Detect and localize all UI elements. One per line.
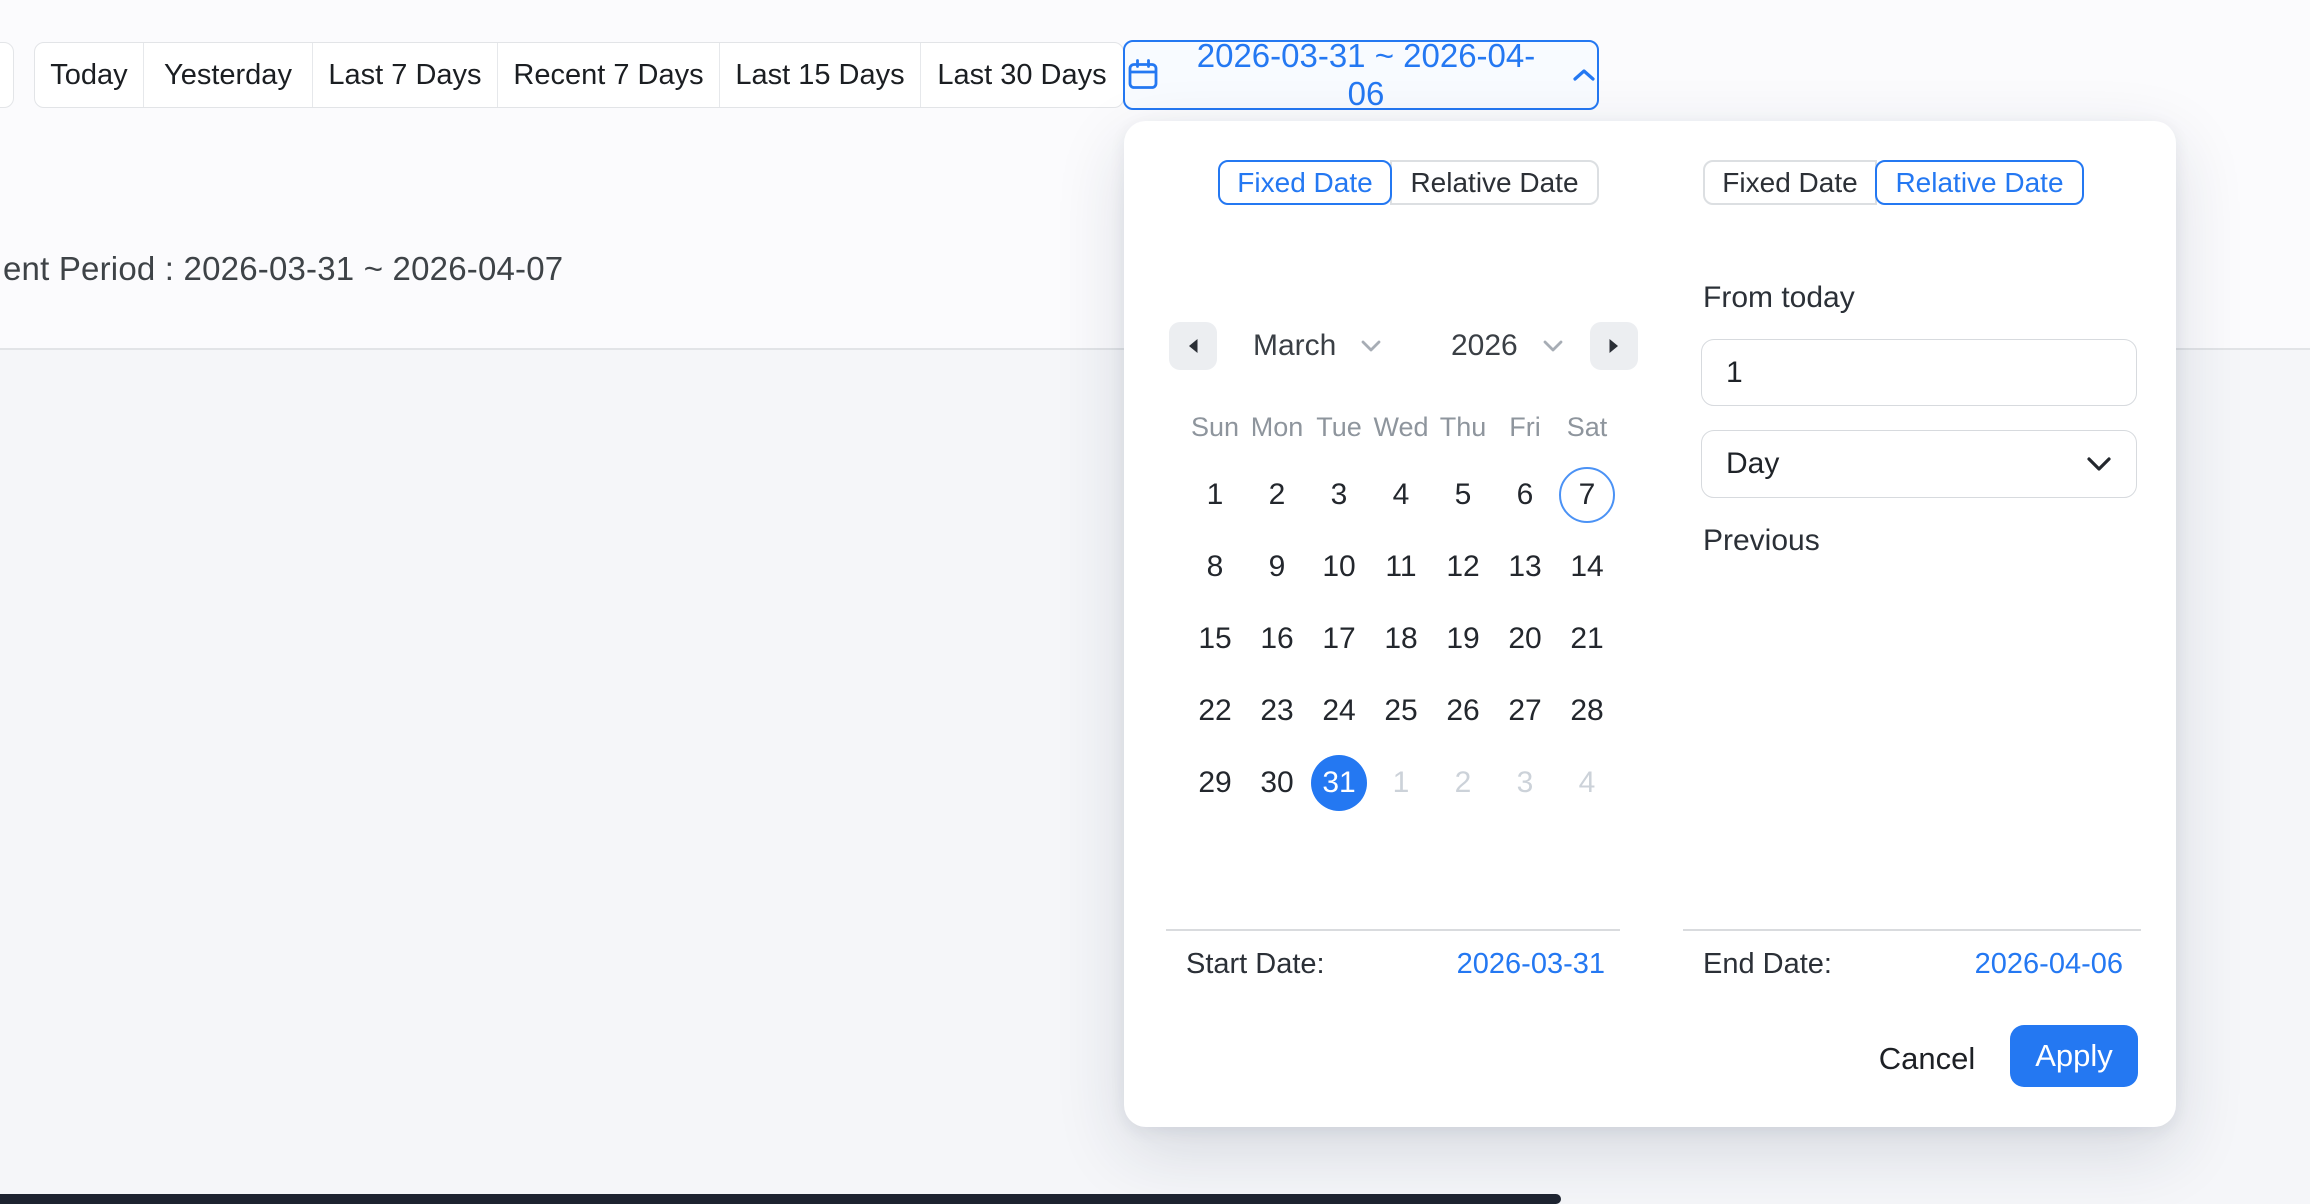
from-today-label: From today xyxy=(1703,281,1855,315)
preset-today-button[interactable]: Today xyxy=(35,43,144,107)
calendar-day[interactable]: 18 xyxy=(1370,603,1432,675)
calendar-day[interactable]: 9 xyxy=(1246,531,1308,603)
end-date-label: End Date: xyxy=(1703,948,1832,981)
calendar-day: 1 xyxy=(1370,747,1432,819)
apply-button[interactable]: Apply xyxy=(2010,1025,2138,1087)
calendar-day[interactable]: 13 xyxy=(1494,531,1556,603)
calendar-day[interactable]: 22 xyxy=(1184,675,1246,747)
calendar-day[interactable]: 29 xyxy=(1184,747,1246,819)
start-divider xyxy=(1166,929,1620,931)
weekday-label: Sat xyxy=(1556,407,1618,447)
year-label: 2026 xyxy=(1451,329,1518,363)
calendar-day[interactable]: 1 xyxy=(1184,459,1246,531)
calendar-day[interactable]: 5 xyxy=(1432,459,1494,531)
calendar-header: March 2026 xyxy=(1169,322,1638,370)
calendar-day[interactable]: 16 xyxy=(1246,603,1308,675)
right-triangle-icon xyxy=(1607,337,1621,355)
preset-recent-7-days-button[interactable]: Recent 7 Days xyxy=(498,43,720,107)
calendar-day[interactable]: 21 xyxy=(1556,603,1618,675)
calendar-icon xyxy=(1125,57,1161,93)
current-period-text: ent Period : 2026-03-31 ~ 2026-04-07 xyxy=(3,250,563,288)
end-date-value[interactable]: 2026-04-06 xyxy=(1975,948,2123,981)
start-date-value[interactable]: 2026-03-31 xyxy=(1457,948,1605,981)
calendar-day[interactable]: 7 xyxy=(1556,459,1618,531)
relative-unit-select[interactable]: Day xyxy=(1701,430,2137,498)
calendar-grid: 1234567891011121314151617181920212223242… xyxy=(1184,459,1618,819)
calendar-day: 2 xyxy=(1432,747,1494,819)
calendar-day[interactable]: 28 xyxy=(1556,675,1618,747)
preset-button-group: Today Yesterday Last 7 Days Recent 7 Day… xyxy=(34,42,1124,108)
chevron-up-icon xyxy=(1571,66,1597,84)
previous-month-button[interactable] xyxy=(1169,322,1217,370)
calendar-day[interactable]: 24 xyxy=(1308,675,1370,747)
end-fixed-date-tab[interactable]: Fixed Date xyxy=(1703,160,1877,205)
calendar-day[interactable]: 30 xyxy=(1246,747,1308,819)
preset-last-7-days-button[interactable]: Last 7 Days xyxy=(313,43,498,107)
end-mode-tabs: Fixed Date Relative Date xyxy=(1703,160,2084,205)
clipped-button-fragment[interactable] xyxy=(0,42,14,108)
weekday-label: Tue xyxy=(1308,407,1370,447)
year-select[interactable]: 2026 xyxy=(1451,322,1564,370)
calendar-day: 4 xyxy=(1556,747,1618,819)
calendar-day[interactable]: 26 xyxy=(1432,675,1494,747)
calendar-day[interactable]: 10 xyxy=(1308,531,1370,603)
calendar-day[interactable]: 4 xyxy=(1370,459,1432,531)
calendar-day[interactable]: 19 xyxy=(1432,603,1494,675)
cancel-button[interactable]: Cancel xyxy=(1864,1037,1990,1081)
end-relative-date-tab[interactable]: Relative Date xyxy=(1875,160,2084,205)
calendar-day[interactable]: 2 xyxy=(1246,459,1308,531)
weekday-row: SunMonTueWedThuFriSat xyxy=(1184,407,1618,447)
unit-label: Day xyxy=(1726,447,1779,481)
start-fixed-date-tab[interactable]: Fixed Date xyxy=(1218,160,1392,205)
calendar-day[interactable]: 6 xyxy=(1494,459,1556,531)
end-divider xyxy=(1683,929,2141,931)
calendar-day[interactable]: 15 xyxy=(1184,603,1246,675)
date-picker-panel: Fixed Date Relative Date Fixed Date Rela… xyxy=(1124,121,2176,1127)
date-range-label: 2026-03-31 ~ 2026-04-06 xyxy=(1179,37,1553,113)
month-select[interactable]: March xyxy=(1253,322,1382,370)
calendar-day[interactable]: 25 xyxy=(1370,675,1432,747)
date-range-button[interactable]: 2026-03-31 ~ 2026-04-06 xyxy=(1123,40,1599,110)
horizontal-scrollbar-thumb[interactable] xyxy=(0,1194,1561,1204)
weekday-label: Sun xyxy=(1184,407,1246,447)
start-relative-date-tab[interactable]: Relative Date xyxy=(1390,160,1599,205)
relative-amount-input[interactable] xyxy=(1701,339,2137,406)
weekday-label: Thu xyxy=(1432,407,1494,447)
chevron-down-icon xyxy=(1360,339,1382,353)
next-month-button[interactable] xyxy=(1590,322,1638,370)
calendar-day[interactable]: 17 xyxy=(1308,603,1370,675)
calendar-day[interactable]: 8 xyxy=(1184,531,1246,603)
calendar-day: 3 xyxy=(1494,747,1556,819)
month-label: March xyxy=(1253,329,1336,363)
preset-last-30-days-button[interactable]: Last 30 Days xyxy=(921,43,1123,107)
calendar-day[interactable]: 31 xyxy=(1308,747,1370,819)
calendar-day[interactable]: 27 xyxy=(1494,675,1556,747)
weekday-label: Mon xyxy=(1246,407,1308,447)
calendar-day[interactable]: 11 xyxy=(1370,531,1432,603)
preset-last-15-days-button[interactable]: Last 15 Days xyxy=(720,43,921,107)
weekday-label: Fri xyxy=(1494,407,1556,447)
chevron-down-icon xyxy=(2086,456,2112,472)
previous-label: Previous xyxy=(1703,524,1820,558)
left-triangle-icon xyxy=(1186,337,1200,355)
calendar-day[interactable]: 23 xyxy=(1246,675,1308,747)
start-date-label: Start Date: xyxy=(1186,948,1325,981)
preset-yesterday-button[interactable]: Yesterday xyxy=(144,43,313,107)
start-mode-tabs: Fixed Date Relative Date xyxy=(1218,160,1599,205)
calendar-day[interactable]: 12 xyxy=(1432,531,1494,603)
chevron-down-icon xyxy=(1542,339,1564,353)
weekday-label: Wed xyxy=(1370,407,1432,447)
calendar-day[interactable]: 20 xyxy=(1494,603,1556,675)
calendar-day[interactable]: 14 xyxy=(1556,531,1618,603)
calendar-day[interactable]: 3 xyxy=(1308,459,1370,531)
